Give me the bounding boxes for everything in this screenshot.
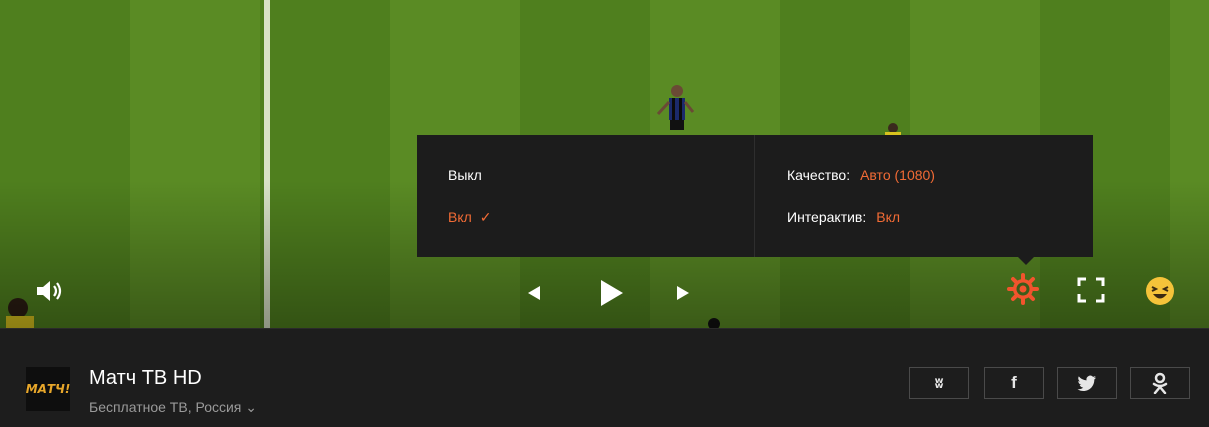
quality-label: Качество: [787, 167, 851, 183]
odnoklassniki-icon [1152, 372, 1168, 394]
quality-value[interactable]: Авто (1080) [860, 167, 935, 183]
volume-button[interactable] [32, 276, 68, 306]
facebook-icon: f [1011, 373, 1017, 392]
option-on-label: Вкл [448, 209, 472, 225]
share-odnoklassniki-button[interactable] [1130, 367, 1190, 399]
channel-logo-text: МАТЧ! [25, 382, 71, 396]
share-twitter-button[interactable] [1057, 367, 1117, 399]
fullscreen-icon [1077, 277, 1105, 303]
emoji-button[interactable] [1143, 274, 1177, 308]
settings-button[interactable] [1006, 272, 1040, 306]
quality-setting: Качество: Авто (1080) [787, 167, 935, 183]
option-on[interactable]: Вкл ✓ [448, 209, 492, 226]
menu-divider [754, 135, 755, 257]
play-icon [601, 280, 623, 306]
channel-subtitle[interactable]: Бесплатное ТВ, Россия ⌄ [89, 399, 257, 416]
next-button[interactable] [670, 280, 696, 306]
option-off-label: Выкл [448, 167, 482, 183]
share-facebook-button[interactable]: f [984, 367, 1044, 399]
quality-menu: Выкл Вкл ✓ Качество: Авто (1080) Интеракти… [417, 135, 1093, 265]
interactive-setting: Интерактив: Вкл [787, 209, 900, 225]
play-button[interactable] [594, 276, 628, 310]
channel-logo: МАТЧ! [26, 367, 70, 411]
channel-title: Матч ТВ HD [89, 367, 202, 389]
twitter-icon [1077, 375, 1096, 391]
vk-icon: ʬ [934, 374, 944, 392]
next-icon [677, 286, 689, 300]
option-off[interactable]: Выкл [448, 167, 482, 183]
fullscreen-button[interactable] [1074, 274, 1108, 306]
gear-icon [1007, 273, 1039, 305]
channel-subtitle-text: Бесплатное ТВ, Россия [89, 399, 242, 415]
checkmark-icon: ✓ [479, 209, 492, 225]
interactive-value[interactable]: Вкл [876, 209, 900, 225]
menu-caret [1018, 257, 1034, 265]
channel-info-bar: МАТЧ! Матч ТВ HD Бесплатное ТВ, Россия ⌄… [0, 328, 1209, 427]
previous-button[interactable] [520, 280, 546, 306]
volume-icon [37, 281, 62, 301]
video-player[interactable]: Выкл Вкл ✓ Качество: Авто (1080) Интеракти… [0, 0, 1209, 328]
laughing-emoji-icon [1146, 277, 1174, 305]
share-vk-button[interactable]: ʬ [909, 367, 969, 399]
chevron-down-icon: ⌄ [245, 399, 258, 415]
interactive-label: Интерактив: [787, 209, 867, 225]
previous-icon [528, 286, 540, 300]
